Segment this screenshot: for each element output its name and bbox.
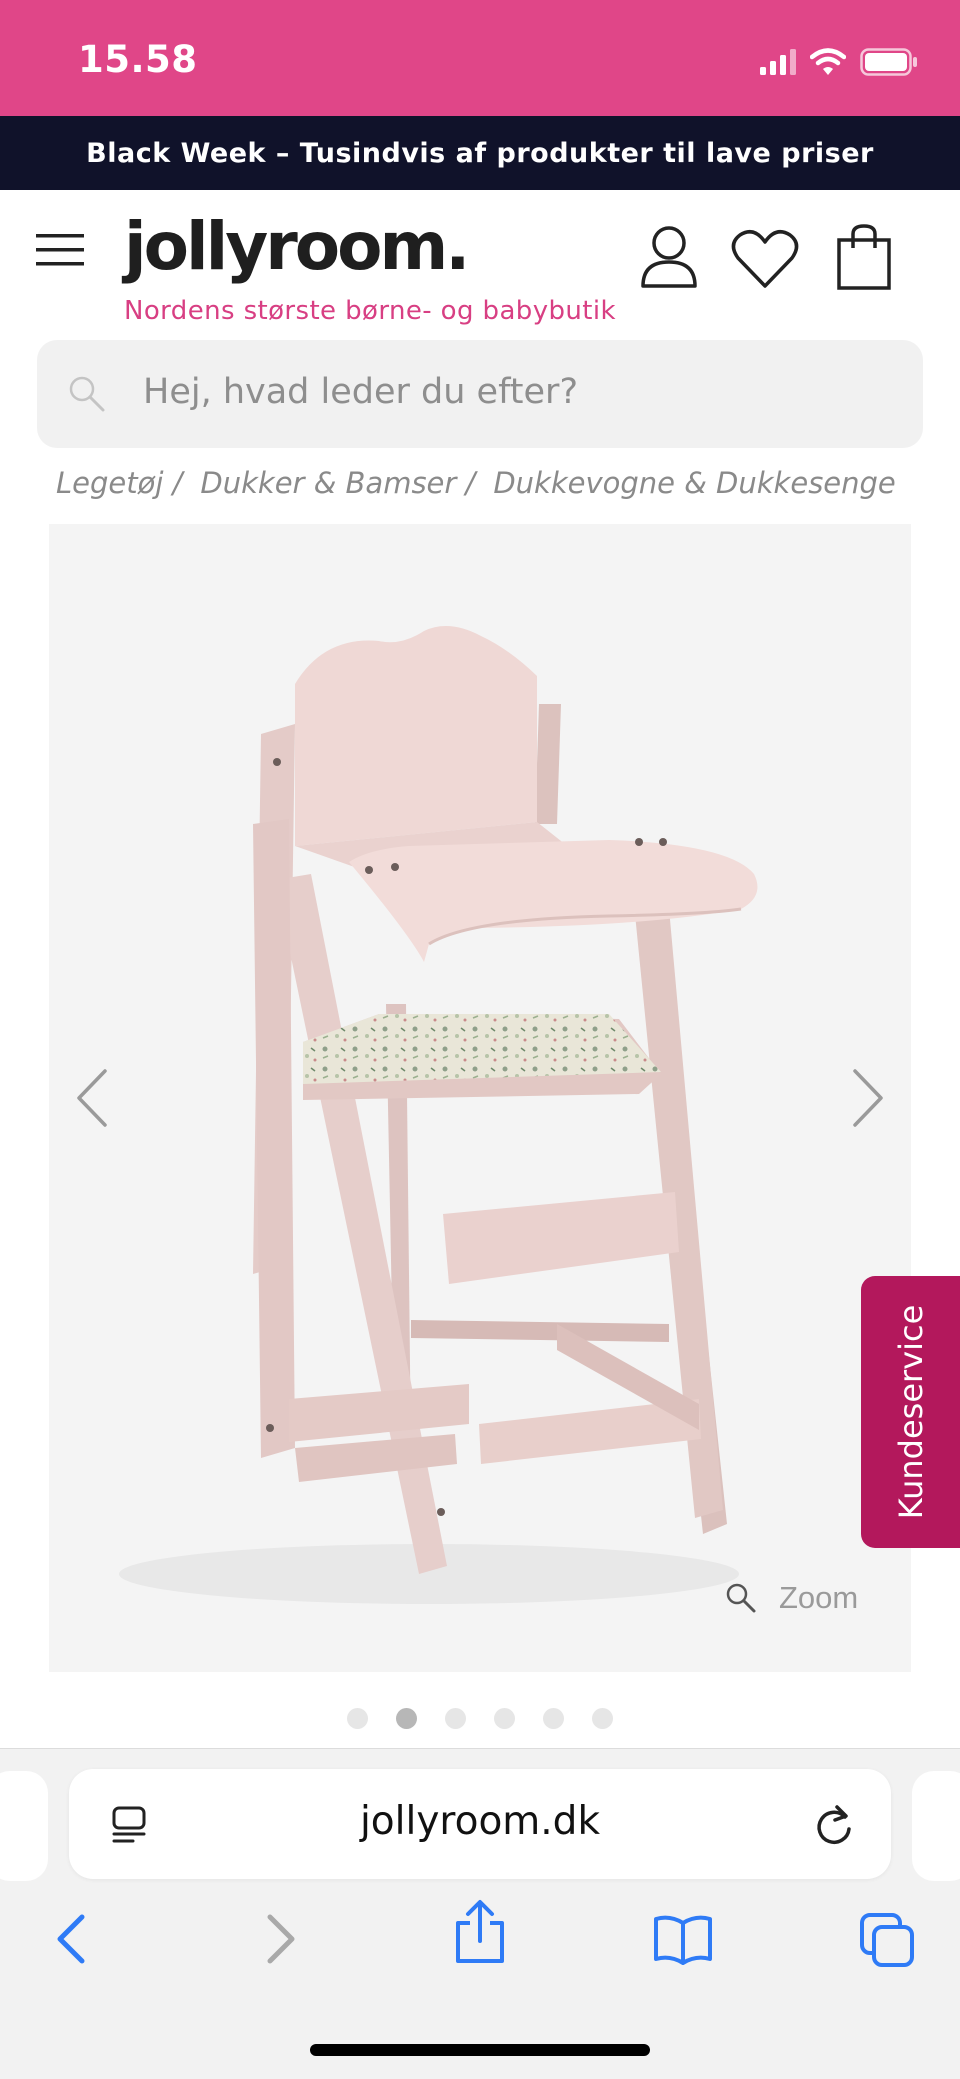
gallery-dot[interactable] (347, 1708, 368, 1729)
gallery-dot-active[interactable] (396, 1708, 417, 1729)
address-bar[interactable]: jollyroom.dk (69, 1769, 891, 1879)
wifi-icon (810, 48, 846, 75)
product-gallery[interactable]: Zoom (49, 524, 911, 1672)
search-icon (69, 376, 105, 412)
gallery-dot[interactable] (445, 1708, 466, 1729)
tagline: Nordens største børne- og babybutik (124, 296, 616, 326)
search-bar[interactable]: Hej, hvad leder du efter? (37, 340, 923, 448)
site-header: jollyroom. Nordens største børne- og bab… (0, 190, 960, 340)
status-bar: 15.58 (0, 0, 960, 116)
logo[interactable]: jollyroom. (124, 208, 470, 285)
next-tab-preview[interactable] (912, 1771, 960, 1881)
customer-service-tab[interactable]: Kundeservice (861, 1276, 960, 1548)
breadcrumb-item[interactable]: Dukker & Bamser / (200, 466, 475, 500)
account-icon[interactable] (640, 224, 698, 288)
search-input[interactable]: Hej, hvad leder du efter? (143, 372, 578, 412)
prev-image-arrow[interactable] (73, 1067, 109, 1129)
reload-icon[interactable] (813, 1803, 855, 1847)
gallery-dot[interactable] (494, 1708, 515, 1729)
bookmarks-icon[interactable] (652, 1913, 714, 1965)
cart-icon[interactable] (836, 224, 892, 290)
gallery-pagination (0, 1708, 960, 1729)
heart-icon[interactable] (730, 228, 800, 290)
status-icons (760, 44, 918, 80)
promo-text: Black Week – Tusindvis af produkter til … (86, 137, 874, 169)
back-arrow-icon[interactable] (52, 1911, 92, 1967)
url-text[interactable]: jollyroom.dk (69, 1799, 891, 1844)
forward-arrow-icon[interactable] (260, 1911, 300, 1967)
gallery-dot[interactable] (543, 1708, 564, 1729)
gallery-dot[interactable] (592, 1708, 613, 1729)
promo-banner[interactable]: Black Week – Tusindvis af produkter til … (0, 116, 960, 190)
share-icon[interactable] (452, 1899, 508, 1965)
battery-icon (860, 48, 917, 76)
status-time: 15.58 (78, 38, 198, 81)
menu-icon[interactable] (36, 230, 86, 270)
home-indicator (310, 2044, 650, 2056)
zoom-button[interactable]: Zoom (725, 1580, 858, 1616)
signal-icon (760, 49, 796, 75)
tabs-icon[interactable] (858, 1911, 916, 1969)
customer-service-label: Kundeservice (891, 1304, 930, 1520)
zoom-label: Zoom (779, 1580, 859, 1615)
breadcrumb-item[interactable]: Dukkevogne & Dukkesenge (493, 466, 895, 500)
browser-toolbar: jollyroom.dk (0, 1748, 960, 2079)
next-image-arrow[interactable] (851, 1067, 887, 1129)
previous-tab-preview[interactable] (0, 1771, 48, 1881)
zoom-icon (726, 1583, 756, 1613)
breadcrumb: Legetøj / Dukker & Bamser / Dukkevogne &… (56, 466, 896, 500)
breadcrumb-item[interactable]: Legetøj / (56, 466, 182, 500)
product-image[interactable] (49, 524, 911, 1672)
